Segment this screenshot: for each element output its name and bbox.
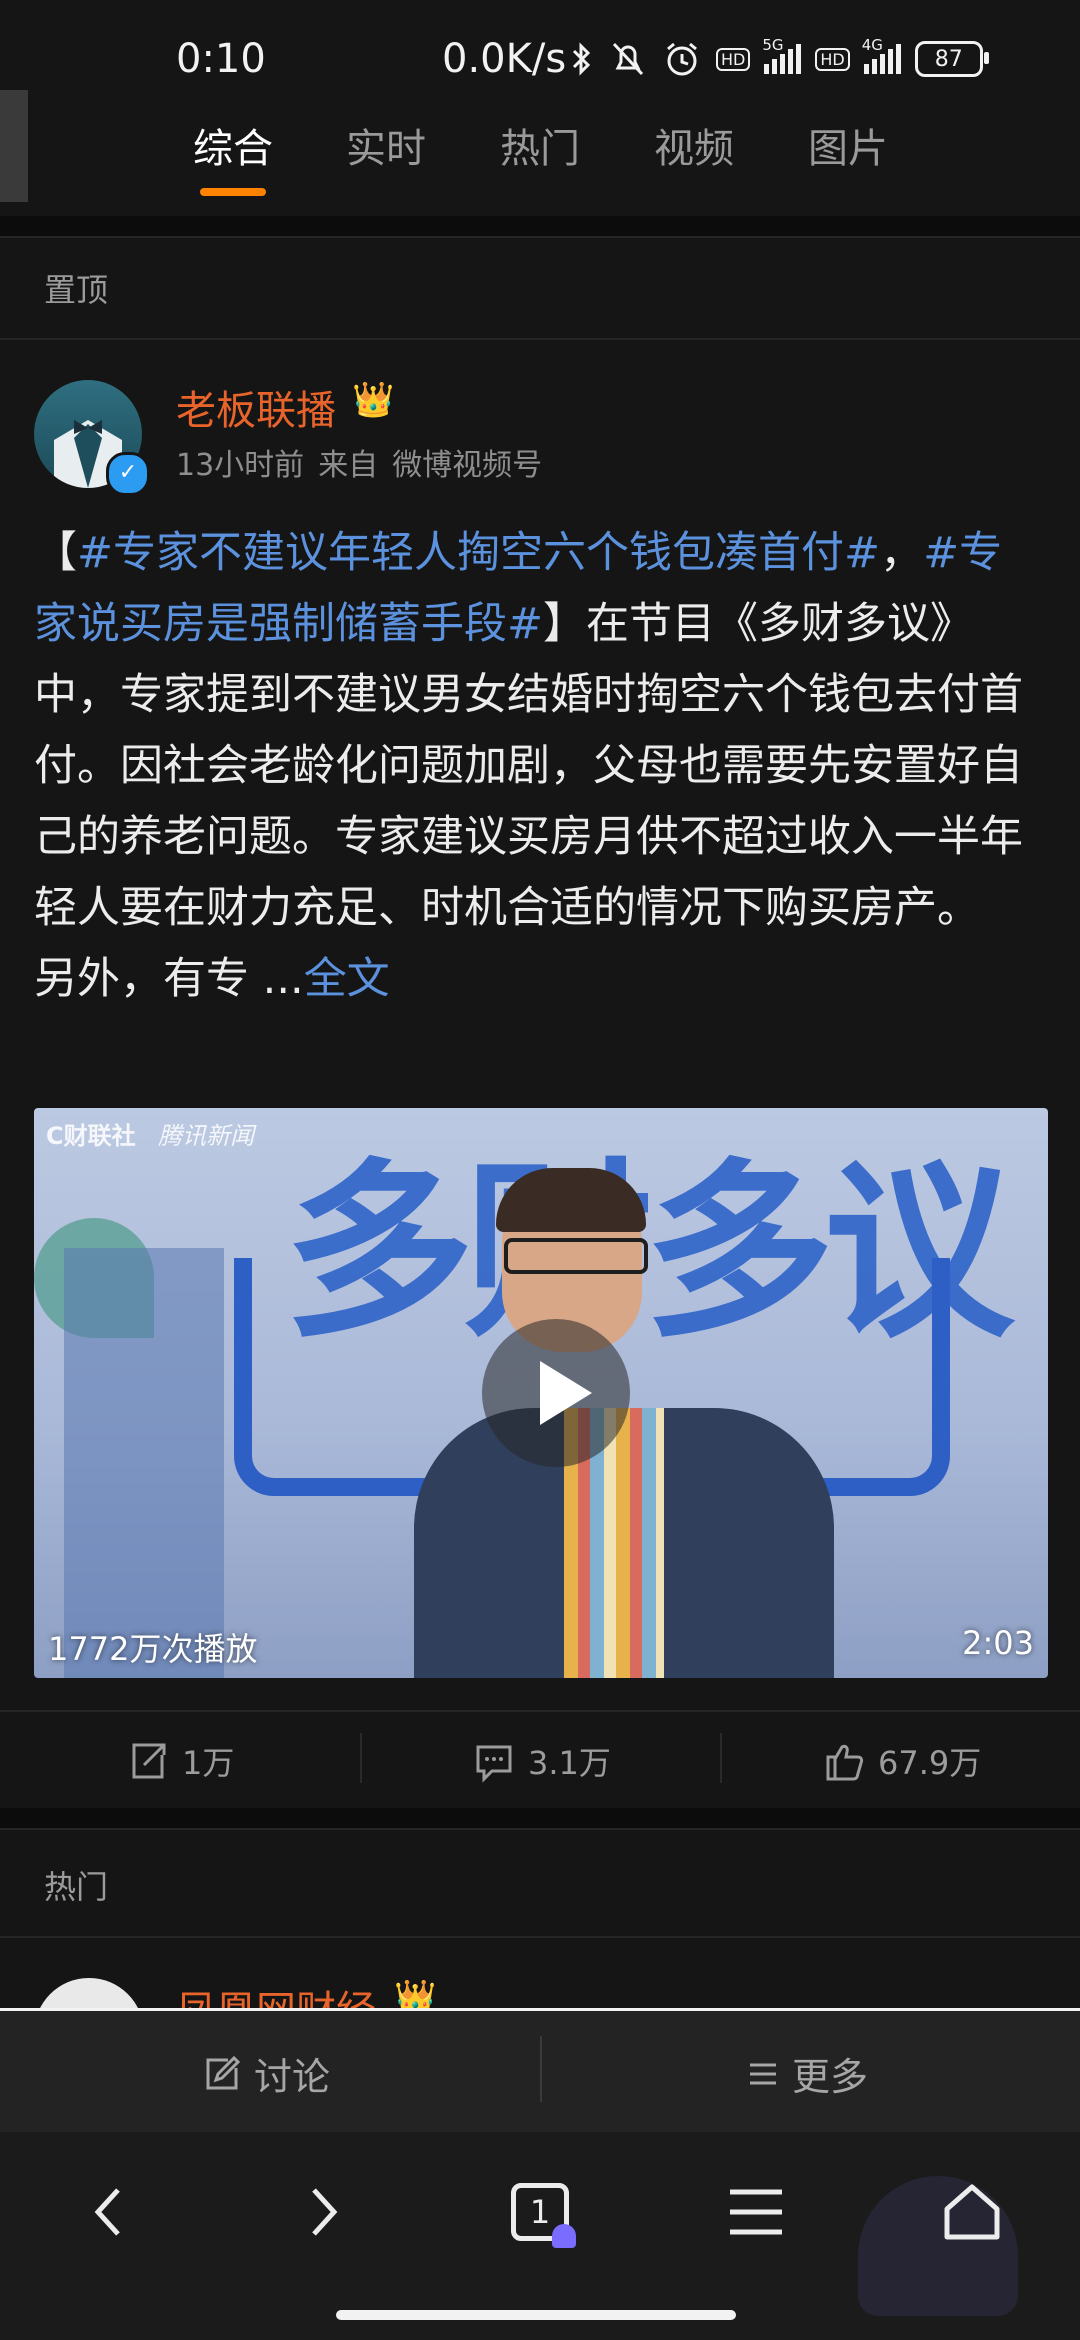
post-body: 】在节目《多财多议》中，专家提到不建议男女结婚时掏空六个钱包去付首付。因社会老龄… xyxy=(34,599,1023,933)
full-text-link[interactable]: 全文 xyxy=(304,954,390,1004)
signal-5g-label: 5G xyxy=(762,36,784,54)
post-source-prefix: 来自 xyxy=(318,448,379,483)
menu-button[interactable] xyxy=(706,2162,806,2262)
tab-comprehensive[interactable]: 综合 xyxy=(193,116,273,174)
tab-hot[interactable]: 热门 xyxy=(500,116,580,174)
discuss-button[interactable]: 讨论 xyxy=(202,2046,330,2101)
verified-badge-icon: ✓ xyxy=(106,452,150,496)
chevron-left-icon xyxy=(94,2188,120,2236)
forward-button[interactable] xyxy=(274,2162,374,2262)
menu-icon xyxy=(750,2063,776,2084)
divider xyxy=(0,1808,1080,1830)
crown-icon: 👑 xyxy=(352,380,395,420)
play-count: 1772万次播放 xyxy=(48,1630,258,1668)
hot-label: 热门 xyxy=(44,1868,109,1906)
back-button[interactable] xyxy=(58,2162,158,2262)
post-meta: 13小时前 来自 微博视频号 xyxy=(176,440,556,484)
more-label: 更多 xyxy=(792,2055,869,2099)
pinned-header xyxy=(0,238,1080,340)
chevron-right-icon xyxy=(312,2188,338,2236)
divider xyxy=(720,1733,722,1783)
bracket-open: 【 xyxy=(34,528,77,578)
active-tab-indicator xyxy=(200,188,266,196)
discuss-label: 讨论 xyxy=(254,2055,331,2099)
tab-images[interactable]: 图片 xyxy=(808,116,888,174)
hd-badge-2: HD xyxy=(815,47,850,71)
bluetooth-icon xyxy=(572,42,591,76)
post-time: 13小时前 xyxy=(176,448,305,483)
status-icons: HD 5G HD 4G 87 xyxy=(570,36,989,78)
incognito-ghost-icon xyxy=(552,2224,576,2248)
comma: ， xyxy=(880,528,924,578)
pinned-label: 置顶 xyxy=(44,271,109,309)
signal-4g-label: 4G xyxy=(861,36,883,54)
post-tail: 另外，有专 ... xyxy=(34,954,304,1004)
tab-video[interactable]: 视频 xyxy=(654,116,734,174)
hashtag-link[interactable]: #专家不建议年轻人掏空六个钱包凑首付# xyxy=(77,528,880,578)
edit-icon xyxy=(206,2055,241,2089)
author-name[interactable]: 老板联播 xyxy=(176,378,336,436)
alarm-icon xyxy=(667,42,697,76)
like-button[interactable]: 67.9万 xyxy=(822,1738,981,1784)
signal-5g-icon: 5G xyxy=(762,36,802,74)
hd-badge-1: HD xyxy=(716,47,751,71)
video-player[interactable]: 多财多议 C财联社 腾讯新闻 1772万次播放 2:03 xyxy=(34,1108,1048,1678)
status-net-speed: 0.0K/s xyxy=(442,36,567,82)
video-duration: 2:03 xyxy=(962,1624,1034,1662)
speaker-glasses xyxy=(504,1238,648,1274)
mute-icon xyxy=(612,42,644,76)
thumbs-up-icon xyxy=(826,1744,864,1781)
tab-realtime[interactable]: 实时 xyxy=(346,116,426,174)
home-icon xyxy=(944,2184,1000,2240)
set-decoration xyxy=(64,1248,224,1678)
hot-header xyxy=(0,1830,1080,1938)
comment-count: 3.1万 xyxy=(528,1744,611,1782)
status-time: 0:10 xyxy=(176,36,266,82)
tabs-button[interactable]: 1 xyxy=(490,2162,590,2262)
watermark-logo: C财联社 xyxy=(46,1122,136,1150)
divider xyxy=(540,2036,542,2102)
post-text: 【#专家不建议年轻人掏空六个钱包凑首付#，#专家说买房是强制储蓄手段#】在节目《… xyxy=(34,518,1034,1015)
repost-icon xyxy=(132,1743,166,1779)
hamburger-icon xyxy=(730,2189,782,2235)
divider xyxy=(0,216,1080,238)
post-source[interactable]: 微博视频号 xyxy=(392,448,542,483)
left-edge-handle xyxy=(0,90,28,202)
signal-4g-icon: 4G xyxy=(862,36,901,74)
comment-icon xyxy=(476,1745,512,1783)
home-button[interactable] xyxy=(922,2162,1022,2262)
watermark-logo: 腾讯新闻 xyxy=(158,1122,254,1150)
gesture-home-bar[interactable] xyxy=(336,2310,736,2320)
repost-button[interactable]: 1万 xyxy=(126,1738,234,1784)
divider xyxy=(360,1733,362,1783)
repost-count: 1万 xyxy=(182,1744,235,1782)
comment-button[interactable]: 3.1万 xyxy=(472,1738,611,1784)
like-count: 67.9万 xyxy=(878,1744,982,1782)
play-icon[interactable] xyxy=(482,1319,630,1467)
more-button[interactable]: 更多 xyxy=(746,2046,868,2101)
battery-icon: 87 xyxy=(914,41,989,77)
